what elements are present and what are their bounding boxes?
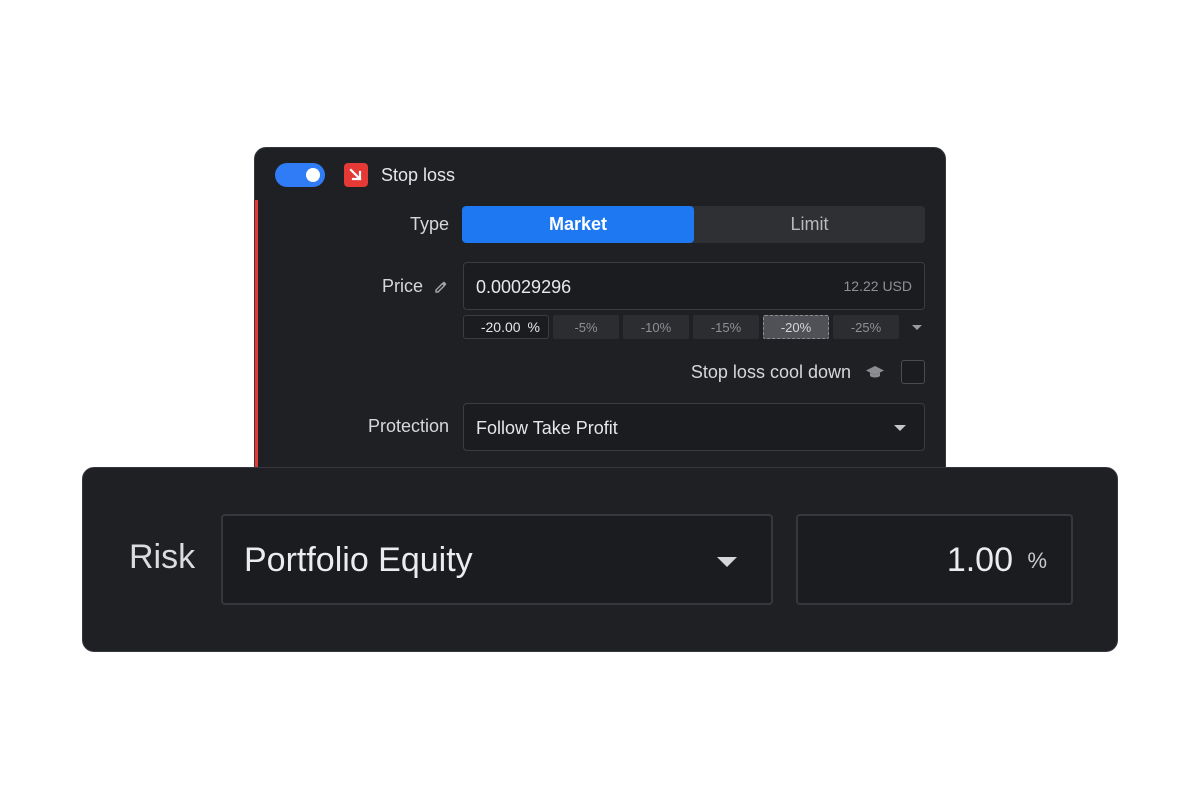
caret-down-icon	[717, 557, 737, 567]
percent-input[interactable]: -20.00 %	[463, 315, 549, 339]
cooldown-label: Stop loss cool down	[690, 361, 851, 382]
graduation-cap-icon[interactable]	[865, 364, 885, 380]
price-label: Price	[381, 276, 423, 296]
risk-label: Risk	[129, 538, 196, 576]
type-market-button[interactable]: Market	[462, 206, 694, 243]
preset-chip-10[interactable]: -10%	[623, 315, 689, 339]
cooldown-row: Stop loss cool down	[691, 360, 925, 384]
stop-loss-title: Stop loss	[381, 164, 456, 185]
stop-loss-toggle[interactable]	[275, 163, 325, 187]
cooldown-checkbox[interactable]	[901, 360, 925, 384]
percent-unit: %	[527, 319, 540, 335]
percent-preset-row: -20.00 % -5% -10% -15% -20% -25%	[463, 315, 923, 339]
risk-mode-select[interactable]: Portfolio Equity	[221, 514, 773, 605]
order-type-segmented-control: Market Limit	[462, 206, 925, 243]
price-usd-equivalent: 12.22 USD	[843, 278, 912, 294]
risk-unit: %	[1027, 548, 1047, 573]
preset-chip-5[interactable]: -5%	[553, 315, 619, 339]
preset-chip-20[interactable]: -20%	[763, 315, 829, 339]
toggle-knob	[306, 168, 320, 182]
protection-value: Follow Take Profit	[476, 418, 618, 438]
eyedropper-icon[interactable]	[433, 279, 449, 295]
preset-chip-25[interactable]: -25%	[833, 315, 899, 339]
caret-down-icon[interactable]	[911, 321, 923, 333]
stop-loss-panel: Stop loss Type Market Limit Price 0.0002…	[254, 147, 946, 487]
preset-chip-15[interactable]: -15%	[693, 315, 759, 339]
protection-select[interactable]: Follow Take Profit	[463, 403, 925, 451]
price-input[interactable]: 0.00029296 12.22 USD	[463, 262, 925, 310]
risk-panel: Risk Portfolio Equity 1.00 %	[82, 467, 1118, 652]
risk-mode-value: Portfolio Equity	[244, 541, 473, 579]
price-label-group: Price	[269, 276, 449, 297]
protection-label: Protection	[367, 416, 449, 436]
percent-value: -20.00	[480, 319, 521, 335]
risk-value-input[interactable]: 1.00 %	[796, 514, 1073, 605]
stop-loss-accent-bar	[255, 200, 258, 486]
price-value: 0.00029296	[476, 277, 572, 297]
caret-down-icon	[894, 425, 906, 431]
type-limit-button[interactable]: Limit	[694, 206, 925, 243]
type-label: Type	[409, 214, 449, 234]
risk-value: 1.00	[946, 541, 1013, 579]
arrow-down-right-icon	[344, 163, 368, 187]
stop-loss-header: Stop loss	[275, 162, 455, 188]
